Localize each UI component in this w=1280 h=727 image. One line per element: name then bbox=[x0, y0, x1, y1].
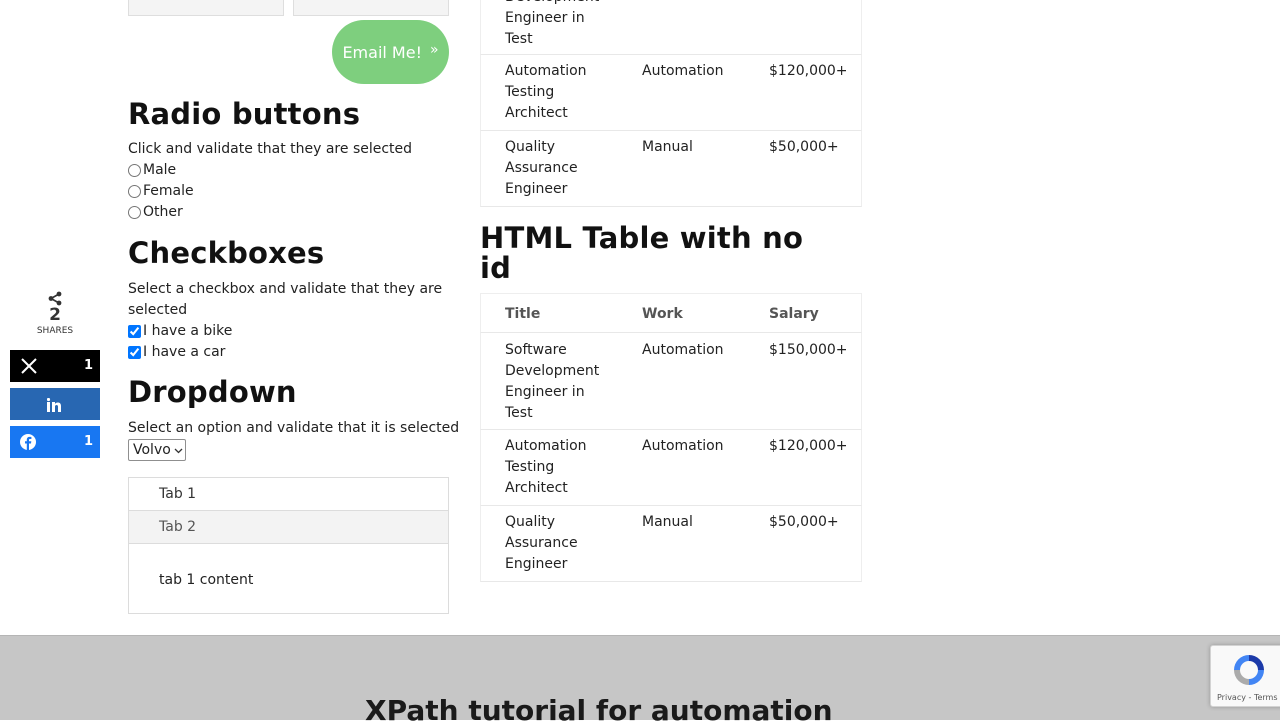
table-row: Quality Assurance Engineer Manual $50,00… bbox=[480, 131, 862, 207]
table-row: Quality Assurance Engineer Manual $50,00… bbox=[480, 506, 862, 582]
tabs-widget: Tab 1 Tab 2 tab 1 content bbox=[128, 477, 449, 614]
recaptcha-terms-link[interactable]: Terms bbox=[1254, 693, 1278, 702]
car-select[interactable]: Volvo bbox=[128, 439, 186, 461]
email-input-bottom[interactable] bbox=[293, 0, 449, 16]
table-cell-title: Engineer bbox=[505, 181, 568, 197]
recaptcha-badge[interactable]: Privacy - Terms bbox=[1210, 645, 1280, 707]
checkbox-bike-label: I have a bike bbox=[143, 323, 233, 339]
table-cell-title: Testing bbox=[505, 84, 555, 100]
tab-2[interactable]: Tab 2 bbox=[129, 511, 448, 544]
share-x-count: 1 bbox=[83, 358, 93, 373]
share-facebook-count: 1 bbox=[83, 434, 93, 449]
radio-other-label: Other bbox=[143, 204, 183, 220]
no-id-table-heading: HTML Table with no id bbox=[480, 223, 803, 284]
table-cell-title: Architect bbox=[505, 480, 568, 496]
share-linkedin-button[interactable] bbox=[10, 388, 100, 420]
table-cell-title: Test bbox=[505, 405, 533, 421]
radio-buttons-heading: Radio buttons bbox=[128, 97, 361, 131]
checkboxes-description-line1: Select a checkbox and validate that they… bbox=[128, 281, 443, 297]
radio-buttons-description: Click and validate that they are selecte… bbox=[128, 141, 413, 157]
table-row: Development Engineer in Test bbox=[480, 0, 862, 55]
table-header-row: Title Work Salary bbox=[480, 293, 862, 333]
radio-other-input[interactable] bbox=[128, 205, 141, 219]
radio-male-label: Male bbox=[143, 162, 177, 178]
facebook-icon bbox=[20, 434, 36, 454]
table-cell-title: Quality bbox=[505, 514, 556, 530]
table-cell-work: Automation bbox=[642, 438, 724, 454]
table-cell-title: Testing bbox=[505, 459, 555, 475]
table-cell-title: Assurance bbox=[505, 535, 578, 551]
chevron-down-icon bbox=[174, 446, 183, 457]
checkbox-car-label: I have a car bbox=[143, 344, 226, 360]
table-cell-title: Software bbox=[505, 342, 567, 358]
table-cell-salary: $50,000+ bbox=[769, 514, 839, 530]
recaptcha-logo-icon bbox=[1231, 652, 1267, 692]
radio-male-input[interactable] bbox=[128, 163, 141, 177]
dropdown-heading: Dropdown bbox=[128, 375, 297, 409]
checkbox-bike[interactable]: I have a bike bbox=[128, 321, 232, 341]
radio-female-label: Female bbox=[143, 183, 194, 199]
table-cell-salary: $50,000+ bbox=[769, 139, 839, 155]
tab-content: tab 1 content bbox=[159, 572, 254, 588]
table-cell-title: Engineer bbox=[505, 556, 568, 572]
tab-1-label: Tab 1 bbox=[159, 486, 197, 502]
table-cell-title: Development bbox=[505, 0, 615, 8]
checkbox-car[interactable]: I have a car bbox=[128, 342, 225, 362]
table-cell-title: Architect bbox=[505, 105, 568, 121]
table-cell-title: Assurance bbox=[505, 160, 578, 176]
table-cell-work: Manual bbox=[642, 139, 693, 155]
recaptcha-links: Privacy - Terms bbox=[1217, 693, 1278, 702]
recaptcha-privacy-link[interactable]: Privacy bbox=[1217, 693, 1246, 702]
radio-male[interactable]: Male bbox=[128, 160, 176, 180]
car-select-value: Volvo bbox=[133, 442, 171, 458]
table-cell-title: Test bbox=[505, 31, 533, 47]
table-row: Automation Testing Architect Automation … bbox=[480, 55, 862, 131]
table-cell-title: Quality bbox=[505, 139, 556, 155]
share-count: 2 bbox=[49, 305, 61, 325]
dropdown-description: Select an option and validate that it is… bbox=[128, 420, 460, 436]
tab-2-label: Tab 2 bbox=[159, 519, 197, 535]
table-cell-work: Manual bbox=[642, 514, 693, 530]
table-header-work: Work bbox=[642, 306, 683, 322]
table-header-title: Title bbox=[505, 306, 541, 322]
table-cell-title: Engineer in bbox=[505, 10, 585, 26]
table-cell-work: Automation bbox=[642, 63, 724, 79]
table-cell-title: Automation bbox=[505, 438, 587, 454]
table-cell-work: Automation bbox=[642, 342, 724, 358]
table-row: Automation Testing Architect Automation … bbox=[480, 430, 862, 506]
no-id-table-heading-line1: HTML Table with no bbox=[480, 221, 804, 255]
recaptcha-separator: - bbox=[1245, 693, 1254, 702]
table-cell-title: Engineer in bbox=[505, 384, 585, 400]
table-row: Software Development Engineer in Test Au… bbox=[480, 333, 862, 430]
tab-1[interactable]: Tab 1 bbox=[129, 478, 448, 511]
double-chevron-right-icon: » bbox=[429, 42, 439, 58]
share-facebook-button[interactable]: 1 bbox=[10, 426, 100, 458]
table-cell-title: Automation bbox=[505, 63, 587, 79]
share-x-button[interactable]: 1 bbox=[10, 350, 100, 382]
radio-other[interactable]: Other bbox=[128, 202, 183, 222]
email-me-label: Email Me! bbox=[342, 42, 422, 62]
name-input-bottom[interactable] bbox=[128, 0, 284, 16]
table-cell-salary: $150,000+ bbox=[769, 342, 848, 358]
checkboxes-heading: Checkboxes bbox=[128, 236, 325, 270]
checkboxes-description-line2: selected bbox=[128, 302, 188, 318]
radio-female[interactable]: Female bbox=[128, 181, 194, 201]
table-cell-salary: $120,000+ bbox=[769, 438, 848, 454]
table-cell-salary: $120,000+ bbox=[769, 63, 848, 79]
footer-title: XPath tutorial for automation bbox=[365, 694, 833, 727]
table-cell-title: Development bbox=[505, 363, 600, 379]
radio-female-input[interactable] bbox=[128, 184, 141, 198]
table-header-salary: Salary bbox=[769, 306, 819, 322]
linkedin-icon bbox=[46, 397, 62, 416]
checkbox-bike-input[interactable] bbox=[128, 324, 141, 338]
checkbox-car-input[interactable] bbox=[128, 345, 141, 359]
email-me-button[interactable]: Email Me! » bbox=[332, 20, 449, 84]
no-id-table-heading-line2: id bbox=[480, 251, 512, 286]
x-logo-icon bbox=[20, 357, 38, 379]
share-label: SHARES bbox=[36, 326, 74, 336]
